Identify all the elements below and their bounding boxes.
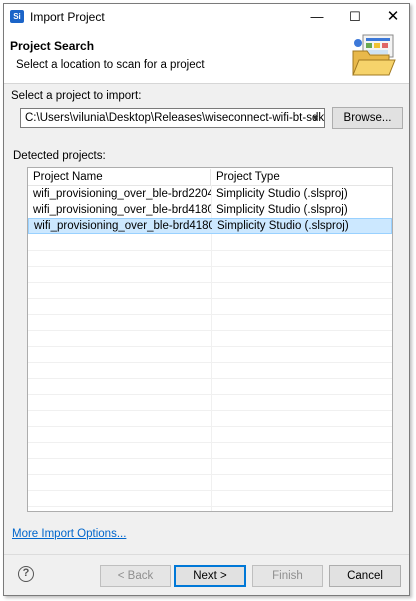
table-row-selected[interactable]: wifi_provisioning_over_ble-brd4180b-m...… [28,218,392,234]
cancel-button[interactable]: Cancel [329,565,401,587]
maximize-icon[interactable]: ☐ [338,4,372,29]
projects-table[interactable]: Project Name Project Type wifi_provision… [27,167,393,512]
project-name-cell: wifi_provisioning_over_ble-brd4180b-m... [34,220,212,232]
grid-line [28,330,392,331]
grid-line [28,378,392,379]
select-project-label: Select a project to import: [11,90,142,102]
table-row[interactable]: wifi_provisioning_over_ble-brd4180a-m...… [28,202,392,218]
project-type-cell: Simplicity Studio (.slsproj) [216,204,348,216]
grid-line [28,410,392,411]
import-project-dialog: Si Import Project — ☐ ✕ Project Search S… [3,3,410,596]
grid-line [28,426,392,427]
wizard-banner: Project Search Select a location to scan… [4,29,409,84]
title-bar[interactable]: Si Import Project — ☐ ✕ [4,4,409,29]
grid-line [28,490,392,491]
page-subtitle: Select a location to scan for a project [16,59,205,71]
project-path-value: C:\Users\vilunia\Desktop\Releases\wiseco… [25,112,325,124]
grid-line [28,474,392,475]
grid-line [28,314,392,315]
grid-line [28,282,392,283]
window-title: Import Project [30,10,105,24]
page-title: Project Search [10,39,95,53]
column-header-project-type[interactable]: Project Type [211,169,392,185]
finish-button[interactable]: Finish [252,565,323,587]
next-button[interactable]: Next > [174,565,246,587]
grid-line [28,266,392,267]
grid-line [28,458,392,459]
footer-divider [4,554,409,555]
app-icon: Si [10,10,24,23]
grid-line [28,362,392,363]
grid-line [28,346,392,347]
help-icon[interactable]: ? [18,566,34,582]
project-name-cell: wifi_provisioning_over_ble-brd4180a-m... [33,204,211,216]
column-header-project-name[interactable]: Project Name [28,169,211,185]
more-import-options-link[interactable]: More Import Options... [12,528,126,540]
browse-button[interactable]: Browse... [332,107,403,129]
back-button[interactable]: < Back [100,565,171,587]
chevron-down-icon[interactable]: ▼ [311,109,320,127]
table-header: Project Name Project Type [28,168,392,186]
detected-projects-label: Detected projects: [13,150,106,162]
folder-import-icon [352,34,396,76]
grid-line [28,442,392,443]
grid-line [28,506,392,507]
project-name-cell: wifi_provisioning_over_ble-brd2204a-gg..… [33,188,211,200]
minimize-icon[interactable]: — [300,4,334,29]
project-type-cell: Simplicity Studio (.slsproj) [216,188,348,200]
grid-line [28,250,392,251]
project-path-combo[interactable]: C:\Users\vilunia\Desktop\Releases\wiseco… [20,108,325,128]
grid-line [28,394,392,395]
grid-line [28,298,392,299]
close-icon[interactable]: ✕ [376,4,410,29]
project-type-cell: Simplicity Studio (.slsproj) [217,220,349,232]
table-row[interactable]: wifi_provisioning_over_ble-brd2204a-gg..… [28,186,392,202]
